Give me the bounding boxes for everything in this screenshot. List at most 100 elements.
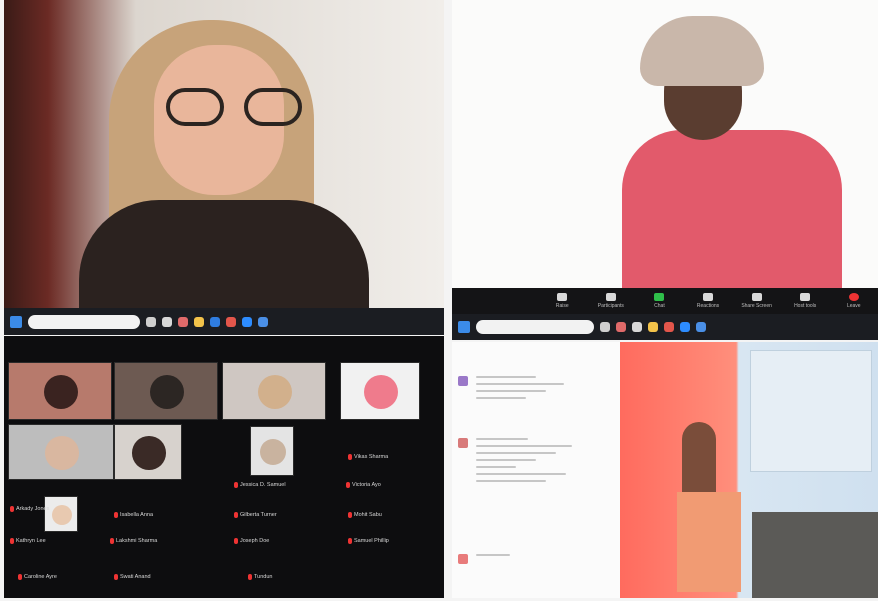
participant-avatar — [132, 436, 166, 470]
chat-text-line — [476, 480, 546, 482]
app-icon[interactable] — [616, 322, 626, 332]
meeting-controls-bar: Raise Participants Chat Reactions Share Scre… — [452, 288, 878, 314]
video-tile[interactable] — [8, 424, 114, 480]
control-host-button[interactable]: Host tools — [781, 293, 830, 309]
glasses-icon — [166, 88, 306, 128]
folder-icon[interactable] — [648, 322, 658, 332]
reactions-icon — [703, 293, 714, 301]
mic-muted-icon — [248, 574, 252, 580]
conference-window — [452, 342, 878, 598]
audience-area — [752, 512, 878, 598]
mic-muted-icon — [114, 512, 118, 518]
participant-name: Isabella Anna — [120, 512, 154, 518]
participant-name: Jessica D. Samuel — [240, 482, 286, 488]
task-view-icon[interactable] — [600, 322, 610, 332]
mic-muted-icon — [234, 482, 238, 488]
mic-muted-icon — [234, 512, 238, 518]
chat-avatar-icon — [458, 554, 468, 564]
share-icon — [751, 293, 762, 301]
control-label: Share Screen — [741, 303, 772, 309]
participant-avatar — [51, 504, 73, 526]
chat-text-line — [476, 554, 510, 556]
participant-avatar — [149, 374, 185, 410]
edge-icon[interactable] — [210, 316, 220, 327]
speaker-body — [622, 130, 842, 290]
chat-text-line — [476, 459, 536, 461]
control-label: Leave — [846, 303, 861, 309]
zoom-icon[interactable] — [680, 322, 690, 332]
store-icon[interactable] — [696, 322, 706, 332]
control-raise-button[interactable]: Raise — [538, 293, 587, 309]
speaker-video-1 — [4, 0, 444, 320]
control-leave-button[interactable]: Leave — [829, 293, 878, 309]
participant-name: Swati Anand — [120, 574, 151, 580]
windows-taskbar — [452, 314, 878, 340]
video-tile[interactable] — [250, 426, 294, 476]
gallery-view: Vikas Sharma Victoria Ayo Jessica D. Samue… — [4, 336, 444, 598]
mic-muted-icon — [18, 574, 22, 580]
folder-icon[interactable] — [194, 316, 204, 327]
control-share-button[interactable]: Share Screen — [732, 293, 781, 309]
windows-start-icon[interactable] — [458, 321, 470, 333]
chat-text-line — [476, 473, 566, 475]
app-icon[interactable] — [178, 316, 188, 327]
presenter — [682, 422, 716, 502]
mic-muted-icon — [348, 454, 352, 460]
mic-muted-icon — [348, 538, 352, 544]
participant-name: Tundun — [254, 574, 273, 580]
taskbar-search-input[interactable] — [28, 314, 140, 329]
participant-avatar — [259, 438, 287, 466]
participant-avatar — [43, 374, 79, 410]
control-chat-button[interactable]: Chat — [635, 293, 684, 309]
video-tile[interactable] — [222, 362, 326, 420]
participant-name: Mohit Sabu — [354, 512, 382, 518]
participant-name: Vikas Sharma — [354, 454, 389, 460]
control-reactions-button[interactable]: Reactions — [684, 293, 733, 309]
participant-avatar — [363, 374, 399, 410]
chat-icon — [654, 293, 665, 301]
participant-name: Arkady Jones — [16, 506, 50, 512]
windows-taskbar — [4, 308, 444, 335]
participant-avatar — [45, 436, 79, 470]
participants-icon — [605, 293, 616, 301]
control-label: Raise — [555, 303, 569, 309]
hat-icon — [640, 16, 764, 86]
store-icon[interactable] — [258, 316, 268, 327]
taskbar-search-input[interactable] — [476, 320, 594, 334]
chat-text-line — [476, 390, 546, 392]
chat-avatar-icon — [458, 376, 468, 386]
video-tile[interactable] — [340, 362, 420, 420]
video-tile[interactable] — [8, 362, 112, 420]
mic-muted-icon — [10, 538, 14, 544]
video-tile[interactable] — [44, 496, 78, 532]
mic-muted-icon — [234, 538, 238, 544]
participant-name: Gilberta Turner — [240, 512, 277, 518]
control-label: Chat — [654, 303, 665, 309]
widgets-icon[interactable] — [162, 316, 172, 327]
chrome-icon[interactable] — [664, 322, 674, 332]
control-label: Reactions — [696, 303, 720, 309]
mic-muted-icon — [110, 538, 114, 544]
participant-name: Joseph Doe — [240, 538, 270, 544]
projected-screen — [750, 350, 872, 472]
chat-avatar-icon — [458, 438, 468, 448]
raise-icon — [557, 293, 568, 301]
windows-start-icon[interactable] — [10, 315, 22, 328]
speaker-window-1 — [4, 0, 444, 335]
participant-name: Victoria Ayo — [352, 482, 381, 488]
mic-muted-icon — [346, 482, 350, 488]
chat-text-line — [476, 383, 564, 385]
speaker-video-2 — [452, 0, 878, 290]
chat-text-line — [476, 452, 556, 454]
host-icon — [800, 293, 811, 301]
participant-name: Kathryn Lee — [16, 538, 46, 544]
chrome-icon[interactable] — [226, 316, 236, 327]
task-view-icon[interactable] — [146, 316, 156, 327]
zoom-icon[interactable] — [242, 316, 252, 327]
widgets-icon[interactable] — [632, 322, 642, 332]
video-tile[interactable] — [114, 362, 218, 420]
video-tile[interactable] — [114, 424, 182, 480]
chat-text-line — [476, 466, 516, 468]
control-participants-button[interactable]: Participants — [587, 293, 636, 309]
podium — [677, 492, 741, 592]
